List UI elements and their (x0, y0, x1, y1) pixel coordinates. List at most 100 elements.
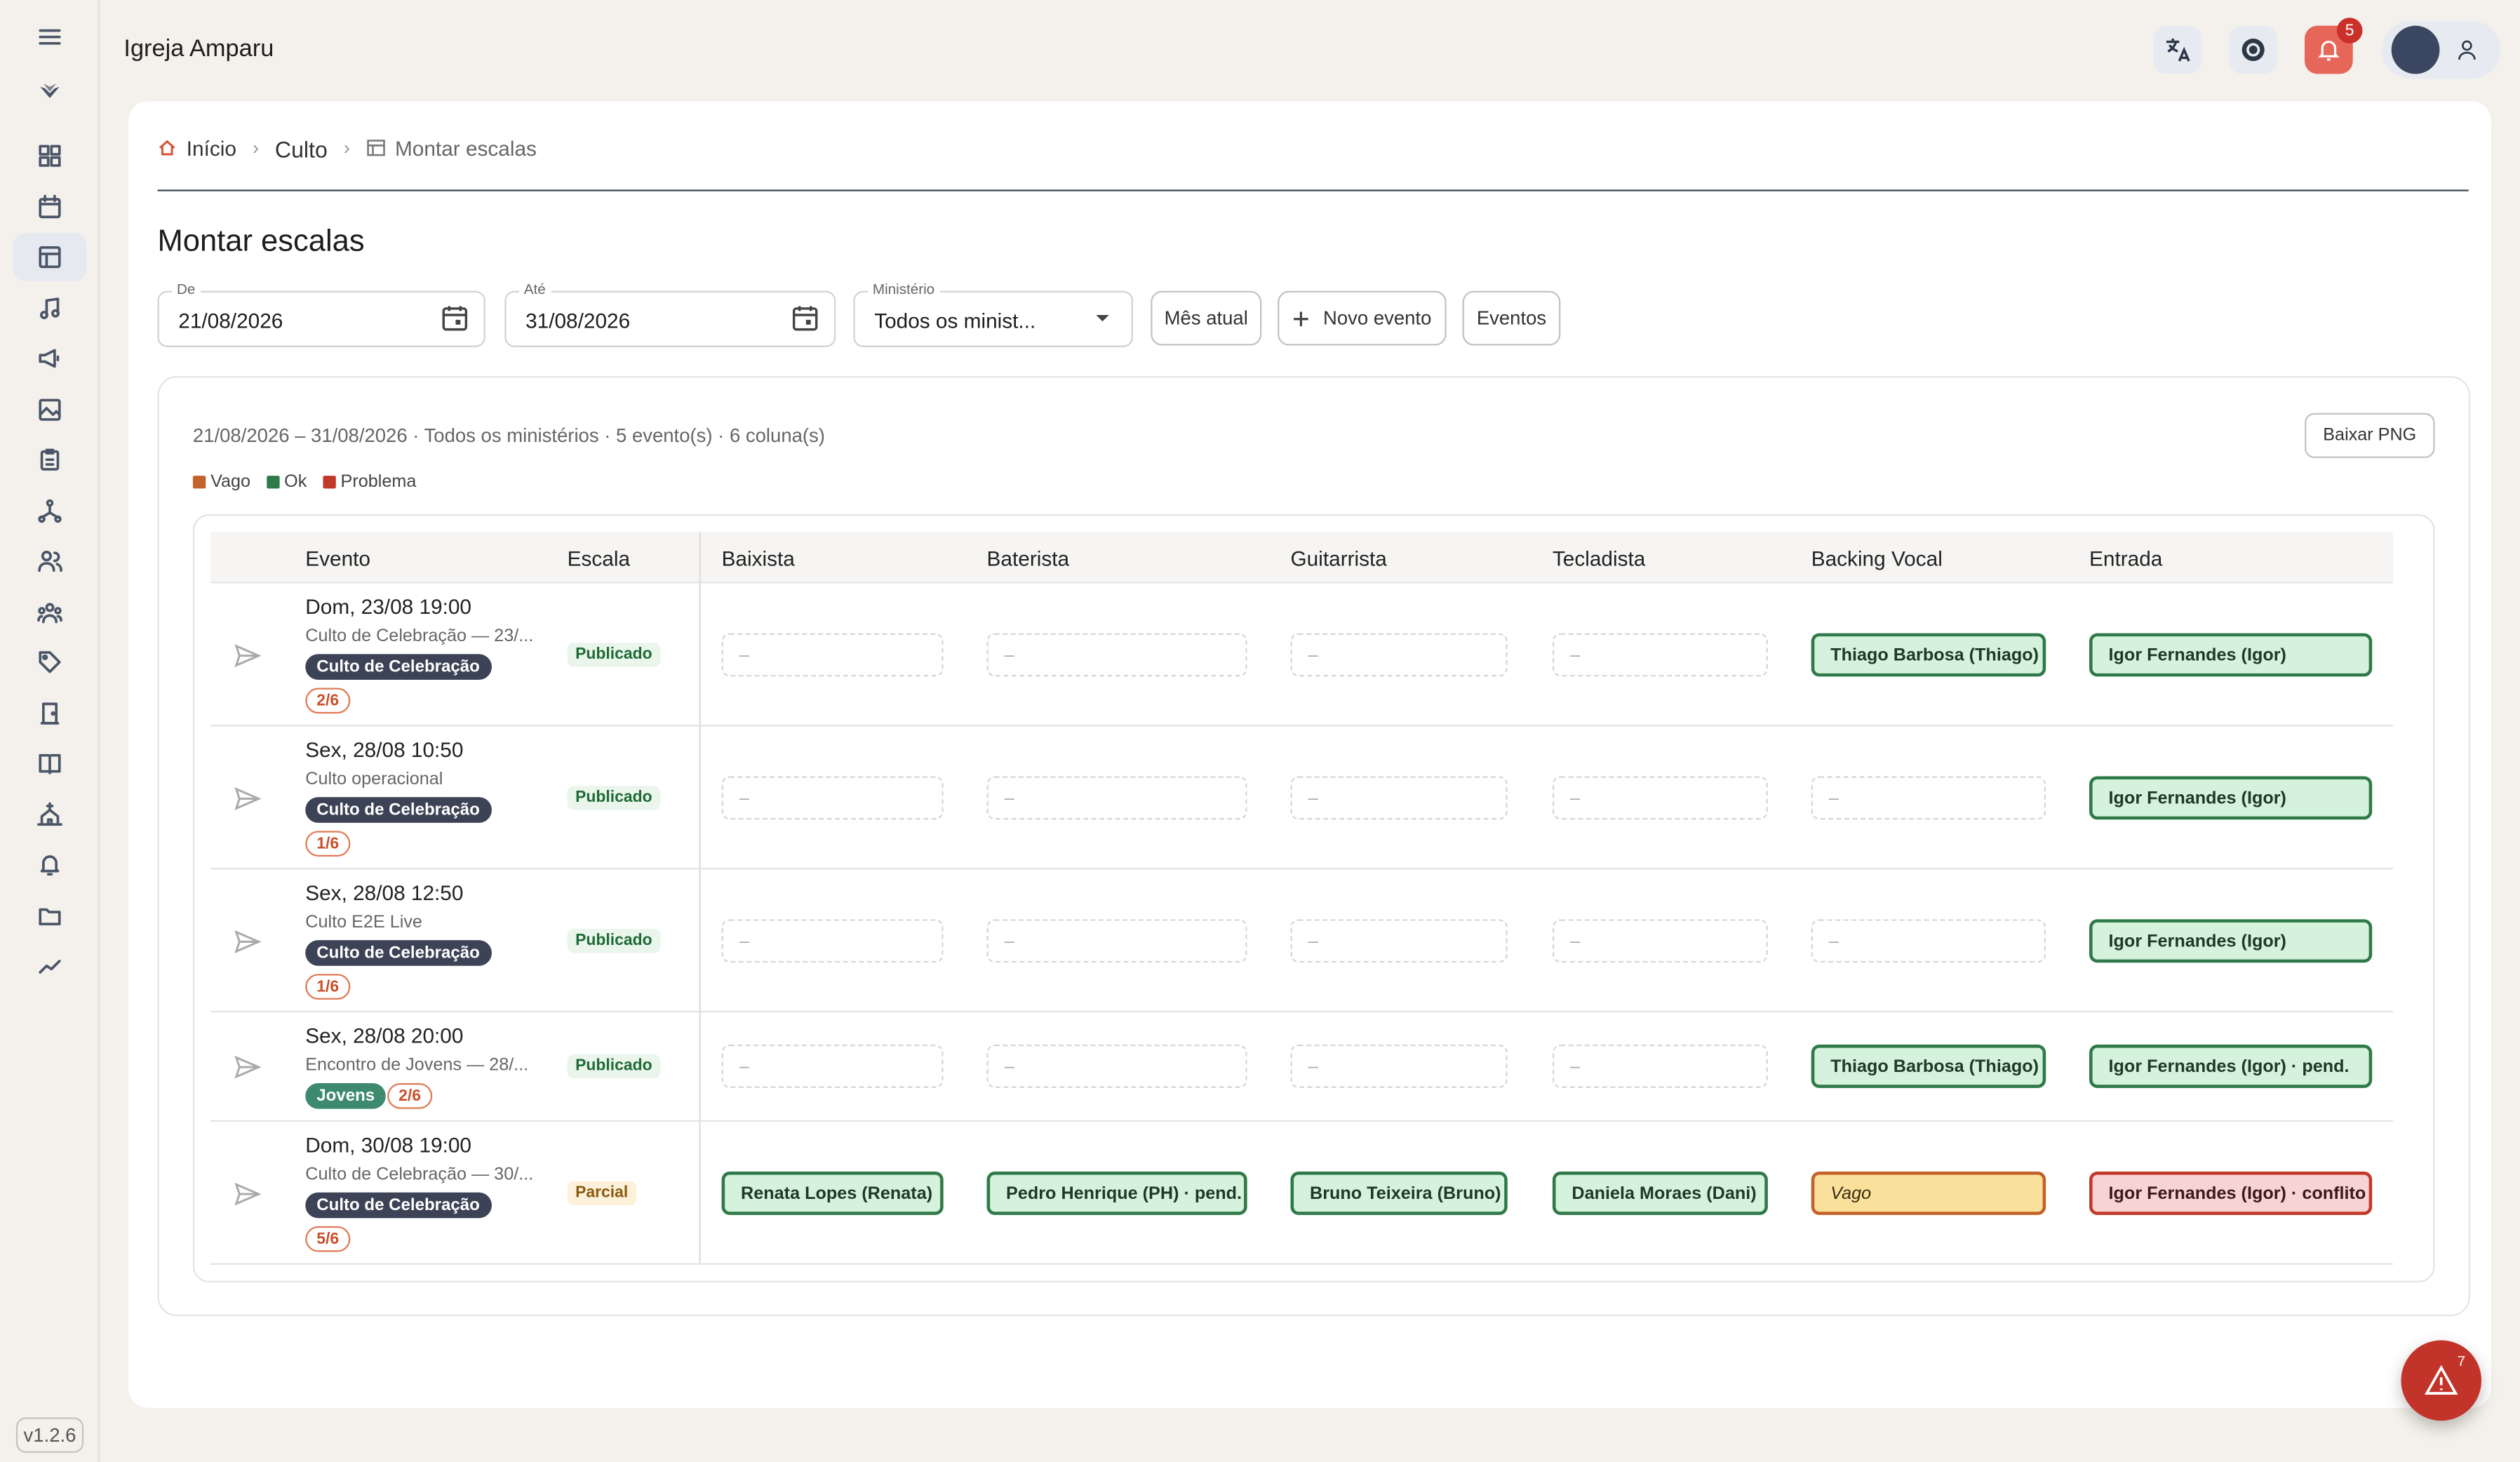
calendar-icon[interactable] (13, 183, 86, 232)
groups-icon[interactable] (13, 588, 86, 636)
theme-button[interactable] (2229, 25, 2278, 74)
slot-cell[interactable]: Renata Lopes (Renata) (721, 1171, 944, 1215)
alert-count: 7 (2457, 1353, 2466, 1369)
table-icon[interactable] (13, 233, 87, 281)
event-desc: Encontro de Jovens — 28/... (305, 1056, 529, 1075)
slot-cell[interactable]: Thiago Barbosa (Thiago) (1811, 1045, 2046, 1088)
send-icon[interactable] (233, 641, 262, 670)
slot-cell[interactable]: Igor Fernandes (Igor) · pend. (2089, 1045, 2373, 1088)
col-header: Entrada (2089, 546, 2163, 571)
slot-cell[interactable]: – (986, 633, 1247, 677)
music-icon[interactable] (13, 284, 86, 333)
status-badge: Publicado (567, 1054, 661, 1079)
legend-item: Ok (266, 472, 307, 492)
slot-cell[interactable]: Daniela Moraes (Dani) (1552, 1171, 1768, 1215)
slot-cell[interactable]: – (1811, 776, 2046, 820)
slot-cell[interactable]: Igor Fernandes (Igor) (2089, 633, 2373, 677)
sidebar: v1.2.6 (0, 0, 100, 1462)
fill-count-chip: 1/6 (305, 831, 351, 857)
slot-cell[interactable]: – (1552, 1045, 1768, 1088)
slot-cell[interactable]: – (721, 633, 944, 677)
events-button[interactable]: Eventos (1462, 290, 1561, 346)
warning-icon (2424, 1364, 2458, 1395)
calendar-icon[interactable] (441, 304, 469, 333)
slot-cell[interactable]: – (721, 1045, 944, 1088)
slot-cell[interactable]: Igor Fernandes (Igor) (2089, 776, 2373, 820)
slot-cell[interactable]: – (721, 776, 944, 820)
breadcrumb-home[interactable]: Início (157, 136, 236, 160)
chevron-right-icon: › (252, 136, 259, 159)
slot-cell[interactable]: – (1290, 633, 1508, 677)
menu-icon[interactable] (13, 13, 86, 61)
schedule-table: Evento Escala Baixista Baterista Guitarr… (192, 514, 2435, 1283)
send-icon[interactable] (233, 927, 262, 956)
dashboard-icon[interactable] (13, 132, 86, 180)
date-to-field[interactable]: Até 31/08/2026 (504, 281, 836, 347)
clipboard-icon[interactable] (13, 436, 86, 484)
fill-count-chip: 2/6 (387, 1082, 433, 1109)
translate-button[interactable] (2153, 25, 2202, 74)
slot-cell[interactable]: – (721, 919, 944, 963)
table-icon (366, 140, 385, 156)
slot-cell[interactable]: Bruno Teixeira (Bruno) (1290, 1171, 1508, 1215)
breadcrumb-section[interactable]: Culto (275, 137, 328, 163)
slot-cell[interactable]: Vago (1811, 1171, 2046, 1215)
slot-cell[interactable]: – (986, 1045, 1247, 1088)
event-date: Sex, 28/08 20:00 (305, 1024, 464, 1048)
image-icon[interactable] (13, 386, 86, 434)
fill-count-chip: 5/6 (305, 1226, 351, 1252)
slot-cell[interactable]: – (1290, 919, 1508, 963)
legend: Vago Ok Problema (192, 472, 416, 492)
plus-icon (1294, 311, 1309, 326)
slot-cell[interactable]: Pedro Henrique (PH) · pend. (986, 1171, 1247, 1215)
breadcrumb: Início › Culto › Montar escalas (157, 133, 537, 163)
slot-cell[interactable]: Igor Fernandes (Igor) (2089, 919, 2373, 963)
ministry-chip: Jovens (305, 1082, 387, 1109)
slot-cell[interactable]: – (1290, 1045, 1508, 1088)
current-month-button[interactable]: Mês atual (1151, 290, 1262, 346)
slot-cell[interactable]: – (986, 919, 1247, 963)
status-badge: Publicado (567, 929, 661, 953)
tag-icon[interactable] (13, 638, 86, 686)
calendar-icon[interactable] (791, 304, 819, 333)
slot-cell[interactable]: – (1552, 633, 1768, 677)
status-badge: Publicado (567, 643, 661, 667)
send-icon[interactable] (233, 784, 262, 813)
legend-item: Vago (192, 472, 250, 492)
table-header: Evento Escala Baixista Baterista Guitarr… (210, 532, 2394, 584)
alerts-fab-button[interactable]: 7 (2401, 1340, 2481, 1421)
slot-cell[interactable]: – (1811, 919, 2046, 963)
event-desc: Culto de Celebração — 23/... (305, 626, 534, 646)
event-desc: Culto operacional (305, 770, 443, 789)
chart-line-icon[interactable] (13, 941, 86, 990)
table-row: Sex, 28/08 12:50 Culto E2E Live Culto de… (210, 869, 2394, 1013)
book-icon[interactable] (13, 739, 86, 788)
bell-icon[interactable] (13, 840, 86, 889)
door-icon[interactable] (13, 690, 86, 738)
page-title: Montar escalas (157, 224, 365, 259)
notifications-button[interactable]: 5 (2305, 18, 2363, 74)
logo-icon[interactable] (13, 66, 86, 114)
megaphone-icon[interactable] (13, 334, 86, 382)
status-badge: Parcial (567, 1181, 636, 1206)
new-event-button[interactable]: Novo evento (1278, 290, 1447, 346)
event-desc: Culto E2E Live (305, 913, 422, 932)
date-from-field[interactable]: De 21/08/2026 (157, 281, 485, 347)
slot-cell[interactable]: – (1552, 919, 1768, 963)
col-header: Tecladista (1552, 546, 1646, 571)
user-menu[interactable] (2381, 20, 2501, 79)
slot-cell[interactable]: Igor Fernandes (Igor) · conflito (2089, 1171, 2373, 1215)
network-icon[interactable] (13, 487, 86, 535)
send-icon[interactable] (233, 1179, 262, 1208)
download-png-button[interactable]: Baixar PNG (2305, 413, 2435, 458)
folder-icon[interactable] (13, 892, 86, 940)
slot-cell[interactable]: – (986, 776, 1247, 820)
slot-cell[interactable]: – (1552, 776, 1768, 820)
slot-cell[interactable]: – (1290, 776, 1508, 820)
caret-down-icon (1096, 314, 1109, 322)
church-icon[interactable] (13, 791, 86, 839)
send-icon[interactable] (233, 1052, 262, 1081)
ministry-select[interactable]: Ministério Todos os minist... (853, 281, 1134, 347)
users-icon[interactable] (13, 537, 86, 585)
slot-cell[interactable]: Thiago Barbosa (Thiago) (1811, 633, 2046, 677)
